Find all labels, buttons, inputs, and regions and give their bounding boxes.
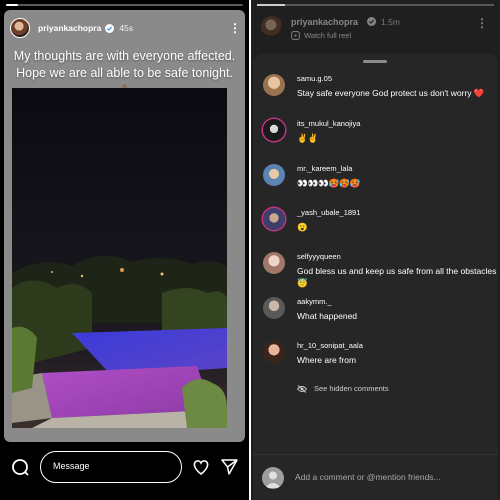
comment-text: ✌️✌️ — [297, 133, 319, 143]
send-icon[interactable] — [221, 459, 238, 475]
more-icon[interactable]: ⋮ — [229, 22, 241, 34]
comment-avatar[interactable] — [263, 297, 285, 319]
add-comment-bar: Add a comment or @mention friends... — [253, 454, 498, 500]
reel-header: priyankachopra 1.5m Watch full reel ⋮ — [257, 10, 494, 44]
reel-avatar[interactable] — [261, 16, 283, 38]
comment-text: God bless us and keep us safe from all t… — [297, 266, 497, 288]
comment-avatar[interactable] — [263, 119, 285, 141]
comment-text: Stay safe everyone God protect us don't … — [297, 88, 485, 98]
comments-view: priyankachopra 1.5m Watch full reel ⋮ sa… — [251, 0, 500, 500]
current-user-avatar — [262, 467, 284, 489]
story-viewer: priyankachopra 45s ⋮ My thoughts are wit… — [0, 0, 249, 500]
comment-avatar[interactable] — [263, 164, 285, 186]
see-hidden-comments-label: See hidden comments — [314, 384, 389, 393]
comment-text: 😮 — [297, 222, 308, 232]
comment-text: Where are from — [297, 355, 357, 365]
reel-username[interactable]: priyankachopra — [291, 17, 358, 27]
comment-avatar[interactable] — [263, 208, 285, 230]
comment-username[interactable]: _yash_ubale_1891 — [297, 208, 360, 217]
heart-icon[interactable] — [192, 459, 210, 475]
comment-username[interactable]: hr_10_sonipat_aala — [297, 341, 363, 350]
story-username[interactable]: priyankachopra — [38, 23, 101, 33]
reel-icon — [291, 31, 300, 40]
story-header: priyankachopra 45s ⋮ — [10, 16, 241, 40]
comment-username[interactable]: samu.g.05 — [297, 74, 332, 83]
verified-icon — [367, 17, 376, 26]
comment-avatar[interactable] — [263, 341, 285, 363]
night-pool-image — [12, 88, 227, 428]
reel-time: 1.5m — [381, 17, 400, 27]
comment-text: What happened — [297, 311, 358, 321]
story-avatar[interactable] — [10, 18, 30, 38]
comment-username[interactable]: aakymm._ — [297, 297, 332, 306]
sheet-drag-handle[interactable] — [363, 60, 387, 63]
comment-avatar[interactable] — [263, 252, 285, 274]
story-photo — [12, 88, 227, 428]
story-time: 45s — [119, 23, 134, 33]
comment-text: 👀👀👀🥵🥵🥵 — [297, 178, 361, 188]
camera-icon[interactable] — [11, 458, 31, 478]
verified-icon — [105, 23, 115, 33]
story-progress-bar-dim — [257, 4, 494, 6]
comment-username[interactable]: mr._kareem_lala — [297, 164, 352, 173]
see-hidden-comments-link[interactable]: See hidden comments — [297, 384, 389, 393]
message-input[interactable]: Message — [40, 451, 182, 483]
story-reply-bar: Message — [0, 449, 249, 487]
more-icon[interactable]: ⋮ — [476, 16, 488, 30]
comment-username[interactable]: selfyyyqueen — [297, 252, 341, 261]
add-comment-input[interactable]: Add a comment or @mention friends... — [295, 472, 441, 482]
story-card[interactable]: priyankachopra 45s ⋮ My thoughts are wit… — [4, 10, 245, 442]
comment-username[interactable]: its_mukul_kanojiya — [297, 119, 360, 128]
comments-sheet: samu.g.05 Stay safe everyone God protect… — [253, 54, 498, 500]
story-progress-bar — [6, 4, 243, 6]
eye-slash-icon — [297, 384, 307, 393]
comment-avatar[interactable] — [263, 74, 285, 96]
caption-text: My thoughts are with everyone affected. … — [13, 49, 236, 80]
watch-full-reel-link[interactable]: Watch full reel — [304, 31, 351, 40]
